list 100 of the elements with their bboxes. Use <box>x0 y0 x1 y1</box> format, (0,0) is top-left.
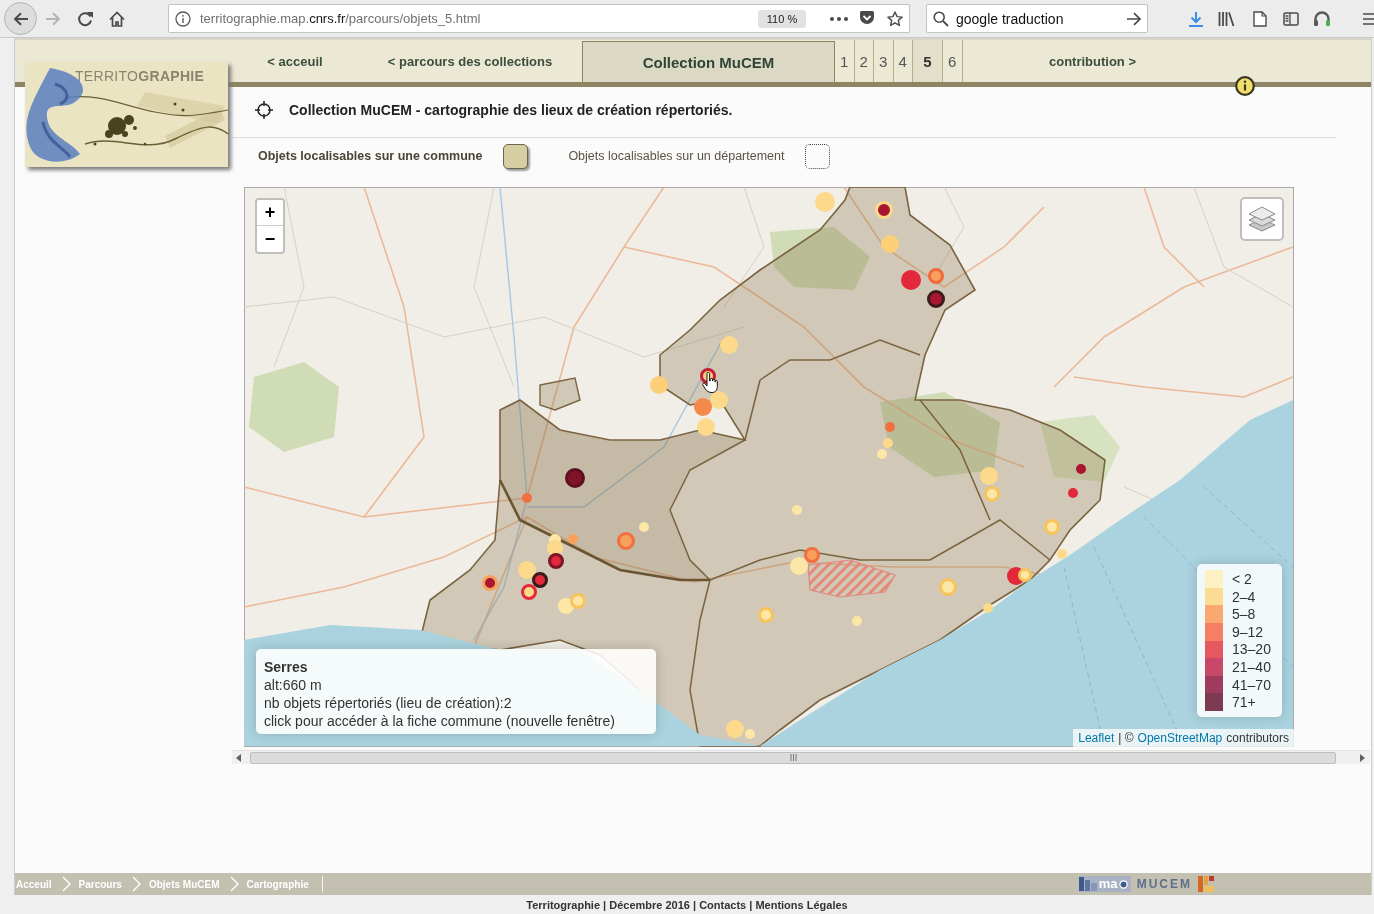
page-title: Collection MuCEM - cartographie des lieux de création répertoriés. <box>289 102 733 118</box>
map-marker[interactable] <box>710 391 728 409</box>
map-marker[interactable] <box>928 268 944 284</box>
back-button[interactable] <box>4 2 37 35</box>
search-input[interactable]: google traduction <box>956 8 1126 29</box>
map-marker[interactable] <box>617 532 635 550</box>
headset-icon[interactable] <box>1313 10 1331 27</box>
address-bar[interactable]: territographie.map.cnrs.fr/parcours/objets_5.html 110 % <box>168 4 910 33</box>
map-marker[interactable] <box>852 616 862 626</box>
scroll-left-icon[interactable] <box>236 753 241 762</box>
map-marker[interactable] <box>547 540 563 556</box>
download-icon[interactable] <box>1188 10 1204 27</box>
attribution-link[interactable]: OpenStreetMap <box>1137 731 1223 745</box>
search-field[interactable]: google traduction <box>926 4 1148 33</box>
tooltip-line: alt:660 m <box>264 676 323 694</box>
map-marker[interactable] <box>792 505 802 515</box>
map-marker[interactable] <box>720 336 738 354</box>
map-marker[interactable] <box>901 270 921 290</box>
nav-tab[interactable]: Collection MuCEM <box>582 41 835 82</box>
legend-label: < 2 <box>1232 571 1252 588</box>
search-icon <box>933 10 949 27</box>
map-marker[interactable] <box>815 192 835 212</box>
map-marker[interactable] <box>639 522 649 532</box>
library-icon[interactable] <box>1218 10 1235 27</box>
shield-icon[interactable] <box>859 11 875 26</box>
legend-label: 41–70 <box>1232 676 1271 693</box>
attribution-text: contributors <box>1226 731 1289 745</box>
map-marker[interactable] <box>983 603 993 613</box>
zoom-level-badge[interactable]: 110 % <box>758 9 806 28</box>
more-icon[interactable] <box>830 16 848 21</box>
page-link[interactable]: 6 <box>943 40 963 82</box>
page-link[interactable]: 5 <box>913 40 943 82</box>
bars-icon <box>1078 877 1097 891</box>
hand-cursor-icon <box>702 372 718 393</box>
map-marker[interactable] <box>532 572 548 588</box>
star-icon[interactable] <box>887 10 903 27</box>
legend-label: 13–20 <box>1232 641 1271 658</box>
tooltip-line: click pour accéder à la fiche commune (nouvelle fenêtre) <box>264 712 616 730</box>
checkbox[interactable] <box>503 143 529 169</box>
nav-tab[interactable]: < acceuil <box>232 40 358 82</box>
map-marker[interactable] <box>726 720 744 738</box>
legend-label: 21–40 <box>1232 659 1271 675</box>
sidebar-icon[interactable] <box>1283 11 1299 26</box>
document-icon[interactable] <box>1253 10 1267 27</box>
map-marker[interactable] <box>1057 549 1067 559</box>
map-marker[interactable] <box>522 493 532 503</box>
map-marker[interactable] <box>745 729 755 739</box>
map-marker[interactable] <box>804 547 820 563</box>
map-marker[interactable] <box>694 398 712 416</box>
map-marker[interactable] <box>1068 488 1078 498</box>
map-marker[interactable] <box>568 534 578 544</box>
legend-label: 71+ <box>1232 694 1256 711</box>
map-marker[interactable] <box>521 584 537 600</box>
info-icon[interactable] <box>1235 76 1255 96</box>
map-marker[interactable] <box>518 561 536 579</box>
crosshair-icon <box>255 101 273 119</box>
arrow-left-icon <box>12 11 29 26</box>
map-marker[interactable] <box>881 235 899 253</box>
map-marker[interactable] <box>927 290 945 308</box>
page-link[interactable]: 3 <box>874 40 894 82</box>
info-icon[interactable] <box>175 10 191 27</box>
map-marker[interactable] <box>885 422 895 432</box>
arrow-right-icon[interactable] <box>1126 11 1142 26</box>
map-marker[interactable] <box>877 449 887 459</box>
partner-logo-text: ma <box>1098 877 1118 891</box>
map-marker[interactable] <box>790 557 808 575</box>
map-marker[interactable] <box>650 376 668 394</box>
tooltip-line: nb objets répertoriés (lieu de création):2 <box>264 694 513 712</box>
menu-icon[interactable] <box>1363 12 1374 25</box>
logo-title: TERRITOGRAPHIE <box>75 68 205 84</box>
map-marker[interactable] <box>1076 464 1086 474</box>
footer-credits: Territographie | Décembre 2016 | Contacts | Mentions Légales <box>526 898 848 911</box>
scroll-right-icon[interactable] <box>1360 753 1365 762</box>
grip-icon <box>789 754 797 761</box>
legend-label: 5–8 <box>1232 606 1256 623</box>
map-marker[interactable] <box>482 575 498 591</box>
nav-tab[interactable]: < parcours des collections <box>358 40 582 82</box>
blocks-logo-icon[interactable] <box>1198 876 1214 892</box>
url-text[interactable]: territographie.map.cnrs.fr/parcours/objets_5.html <box>200 11 758 26</box>
map-marker[interactable] <box>883 438 893 448</box>
map-marker[interactable] <box>697 418 715 436</box>
legend-label: 2–4 <box>1232 588 1256 605</box>
map-marker[interactable] <box>558 598 574 614</box>
reload-icon[interactable] <box>77 10 93 27</box>
map-marker[interactable] <box>548 553 564 569</box>
filter-label: Objets localisables sur une commune <box>258 149 483 163</box>
zoom-out-button[interactable]: − <box>257 226 283 252</box>
dot-icon <box>1119 879 1129 889</box>
nav-link[interactable]: contribution > <box>962 40 1223 82</box>
layers-button[interactable] <box>1240 197 1284 241</box>
attribution-link[interactable]: Leaflet <box>1078 731 1115 745</box>
zoom-in-button[interactable]: + <box>257 200 283 226</box>
page-link[interactable]: 2 <box>854 40 874 82</box>
home-icon[interactable] <box>109 10 125 27</box>
chevron-right-icon <box>61 876 71 892</box>
chevron-right-icon <box>229 876 239 892</box>
map-marker[interactable] <box>980 467 998 485</box>
tooltip-title: Serres <box>264 658 309 676</box>
page-link[interactable]: 1 <box>835 40 855 82</box>
filter-label: Objets localisables sur un département <box>568 149 785 163</box>
